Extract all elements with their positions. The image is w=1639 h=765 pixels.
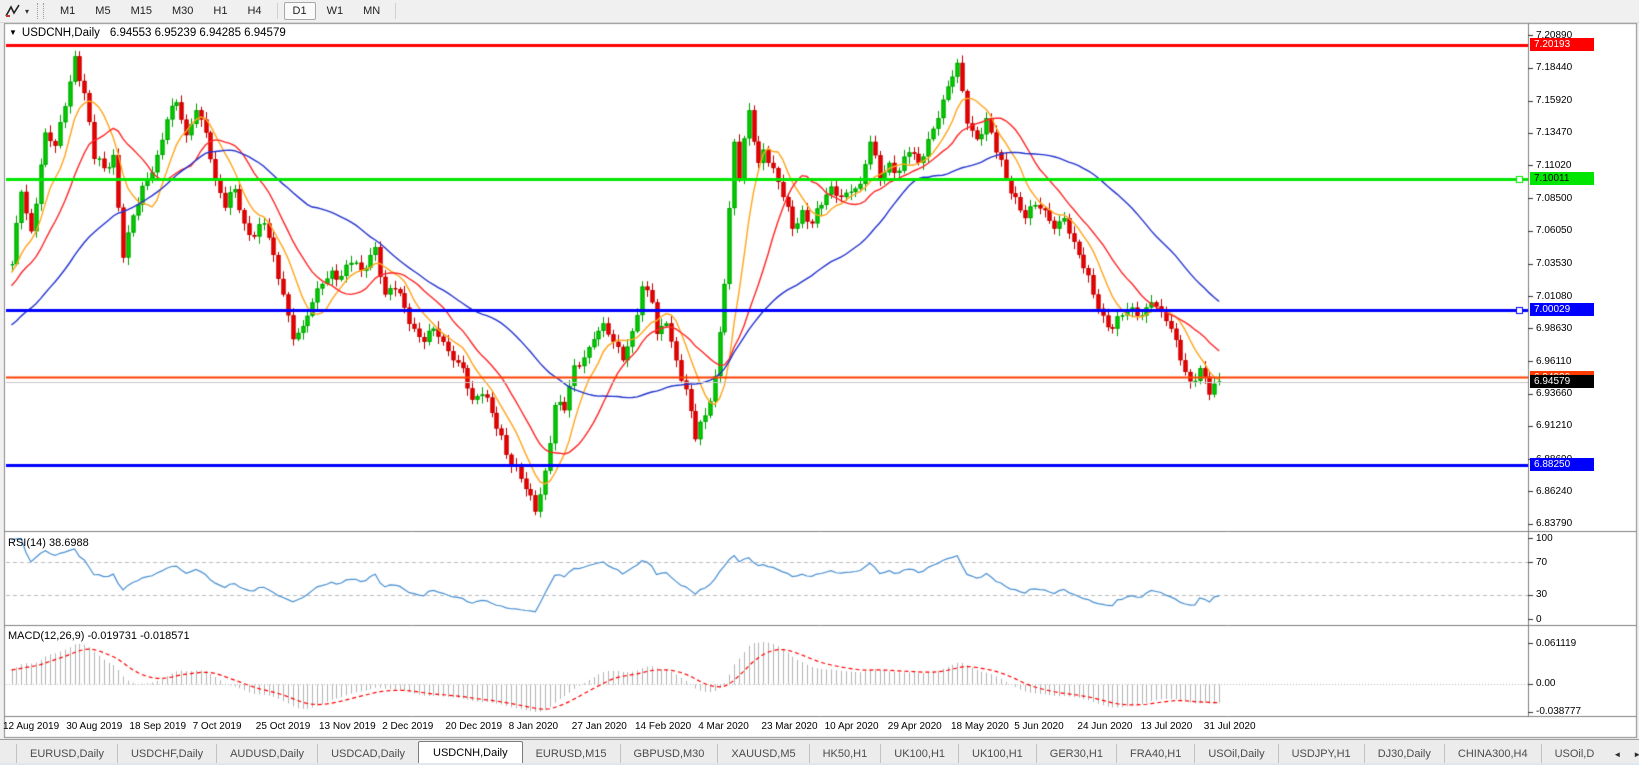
chart-title: ▼ USDCNH,Daily 6.94553 6.95239 6.94285 6.9… <box>9 27 286 39</box>
rsi-indicator-label: RSI(14) 38.6988 <box>8 537 89 549</box>
timeframe-buttons: M1 M5 M15 M30 H1 H4 D1 W1 MN <box>50 2 401 20</box>
date-tick-label: 27 Jan 2020 <box>571 721 627 732</box>
chart-symbol-period: USDCNH,Daily <box>21 27 100 39</box>
timeframe-toolbar: ▾ M1 M5 M15 M30 H1 H4 D1 W1 MN <box>0 0 1639 23</box>
symbol-tab-GBPUSDM30[interactable]: GBPUSD,M30 <box>619 744 718 765</box>
chart-collapse-icon[interactable]: ▼ <box>9 28 17 37</box>
symbol-tab-DJ30Daily[interactable]: DJ30,Daily <box>1363 744 1444 765</box>
date-tick-label: 13 Nov 2019 <box>319 721 376 732</box>
price-tick-label: 6.93660 <box>1536 388 1573 400</box>
price-tick-label: 6.91210 <box>1536 420 1573 432</box>
rsi-scale-label: 30 <box>1536 589 1548 601</box>
symbol-tab-USDCADDaily[interactable]: USDCAD,Daily <box>317 744 418 765</box>
date-tick-label: 8 Jan 2020 <box>508 721 559 732</box>
price-level-label: 7.20193 <box>1530 38 1594 51</box>
date-tick-label: 18 May 2020 <box>951 721 1009 732</box>
timeframe-button-W1[interactable]: W1 <box>318 2 353 20</box>
symbol-tab-UK100H1[interactable]: UK100,H1 <box>880 744 958 765</box>
date-tick-label: 10 Apr 2020 <box>824 721 879 732</box>
macd-scale-label: -0.038777 <box>1536 706 1582 717</box>
chart-tool-dropdown-icon[interactable]: ▾ <box>25 7 29 16</box>
tabs-scroll-right-icon[interactable]: ► <box>1627 744 1639 765</box>
chart-tab-bar: ◄ ► EURUSD,Daily USDCHF,Daily AUDUSD,Daily… <box>0 739 1639 765</box>
price-tick-label: 7.03530 <box>1536 258 1573 270</box>
price-level-label: 7.00029 <box>1530 303 1594 317</box>
symbol-tab-USDCNHDaily[interactable]: USDCNH,Daily <box>418 741 523 765</box>
price-level-label: 7.10011 <box>1530 172 1594 185</box>
price-tick-label: 6.96110 <box>1536 355 1572 367</box>
price-axis[interactable] <box>1528 22 1639 717</box>
timeframe-button-D1[interactable]: D1 <box>283 2 316 20</box>
date-tick-label: 13 Jul 2020 <box>1140 721 1193 732</box>
mt4-terminal: { "toolbar": { "dropdown_icon": "▾", "ti… <box>0 0 1639 765</box>
symbol-tab-USDCHFDaily[interactable]: USDCHF,Daily <box>116 744 216 765</box>
symbol-tab-USOilD[interactable]: USOil,D <box>1540 744 1608 765</box>
date-tick-label: 12 Aug 2019 <box>3 721 60 732</box>
date-tick-label: 18 Sep 2019 <box>129 721 187 732</box>
symbol-tab-HK50H1[interactable]: HK50,H1 <box>808 744 881 765</box>
rsi-scale-label: 100 <box>1536 532 1553 544</box>
symbol-tab-USOilDaily[interactable]: USOil,Daily <box>1194 744 1277 765</box>
rsi-scale-label: 0 <box>1536 613 1542 625</box>
time-axis[interactable] <box>0 716 1639 738</box>
chart-ohlc-values: 6.94553 6.95239 6.94285 6.94579 <box>109 27 286 39</box>
symbol-tab-AUDUSDDaily[interactable]: AUDUSD,Daily <box>216 744 317 765</box>
macd-indicator-label: MACD(12,26,9) -0.019731 -0.018571 <box>8 630 190 642</box>
date-tick-label: 29 Apr 2020 <box>887 721 942 732</box>
date-tick-label: 2 Dec 2019 <box>382 721 434 732</box>
macd-scale-label: 0.061119 <box>1536 637 1577 649</box>
date-tick-label: 14 Feb 2020 <box>635 721 692 732</box>
date-tick-label: 7 Oct 2019 <box>192 721 242 732</box>
date-tick-label: 25 Oct 2019 <box>255 721 311 732</box>
chart-canvas[interactable] <box>0 0 1639 765</box>
symbol-tab-EURUSDDaily[interactable]: EURUSD,Daily <box>16 744 117 765</box>
timeframe-button-M1[interactable]: M1 <box>51 2 84 20</box>
price-tick-label: 7.18440 <box>1536 62 1573 74</box>
price-tick-label: 7.11020 <box>1536 159 1572 171</box>
price-tick-label: 7.08500 <box>1536 192 1573 204</box>
symbol-tab-XAUUSDM5[interactable]: XAUUSD,M5 <box>717 744 808 765</box>
date-tick-label: 30 Aug 2019 <box>66 721 123 732</box>
symbol-tab-UK100H1[interactable]: UK100,H1 <box>958 744 1036 765</box>
tabs-scroll-left-icon[interactable]: ◄ <box>1607 744 1627 765</box>
price-tick-label: 7.01080 <box>1536 290 1573 302</box>
price-tick-label: 6.86240 <box>1536 485 1573 497</box>
chart-tool-icon[interactable] <box>2 2 24 20</box>
date-tick-label: 20 Dec 2019 <box>445 721 503 732</box>
date-tick-label: 24 Jun 2020 <box>1077 721 1133 732</box>
timeframe-button-M30[interactable]: M30 <box>163 2 202 20</box>
symbol-tab-FRA40H1[interactable]: FRA40,H1 <box>1115 744 1194 765</box>
symbol-tab-GER30H1[interactable]: GER30,H1 <box>1035 744 1116 765</box>
timeframe-button-H4[interactable]: H4 <box>238 2 270 20</box>
price-tick-label: 6.98630 <box>1536 322 1573 334</box>
price-tick-label: 6.83790 <box>1536 518 1573 530</box>
price-tick-label: 7.15920 <box>1536 95 1573 107</box>
rsi-scale-label: 70 <box>1536 556 1548 568</box>
macd-scale-label: 0.00 <box>1536 678 1556 689</box>
date-tick-label: 31 Jul 2020 <box>1203 721 1256 732</box>
price-tick-label: 7.13470 <box>1536 127 1573 139</box>
timeframe-button-H1[interactable]: H1 <box>204 2 236 20</box>
price-tick-label: 7.06050 <box>1536 225 1573 237</box>
symbol-tab-USDJPYH1[interactable]: USDJPY,H1 <box>1277 744 1364 765</box>
current-price-label: 6.94579 <box>1530 375 1594 389</box>
toolbar-separator <box>276 3 278 19</box>
date-tick-label: 5 Jun 2020 <box>1014 721 1064 732</box>
symbol-tab-EURUSDM15[interactable]: EURUSD,M15 <box>523 744 620 765</box>
date-tick-label: 4 Mar 2020 <box>698 721 749 732</box>
timeframe-button-M5[interactable]: M5 <box>86 2 119 20</box>
symbol-tab-CHINA300H4[interactable]: CHINA300,H4 <box>1443 744 1541 765</box>
toolbar-grip[interactable] <box>37 3 45 19</box>
price-level-label: 6.88250 <box>1530 458 1594 472</box>
toolbar-separator <box>395 3 397 19</box>
timeframe-button-M15[interactable]: M15 <box>122 2 161 20</box>
timeframe-button-MN[interactable]: MN <box>354 2 389 20</box>
date-tick-label: 23 Mar 2020 <box>761 721 818 732</box>
